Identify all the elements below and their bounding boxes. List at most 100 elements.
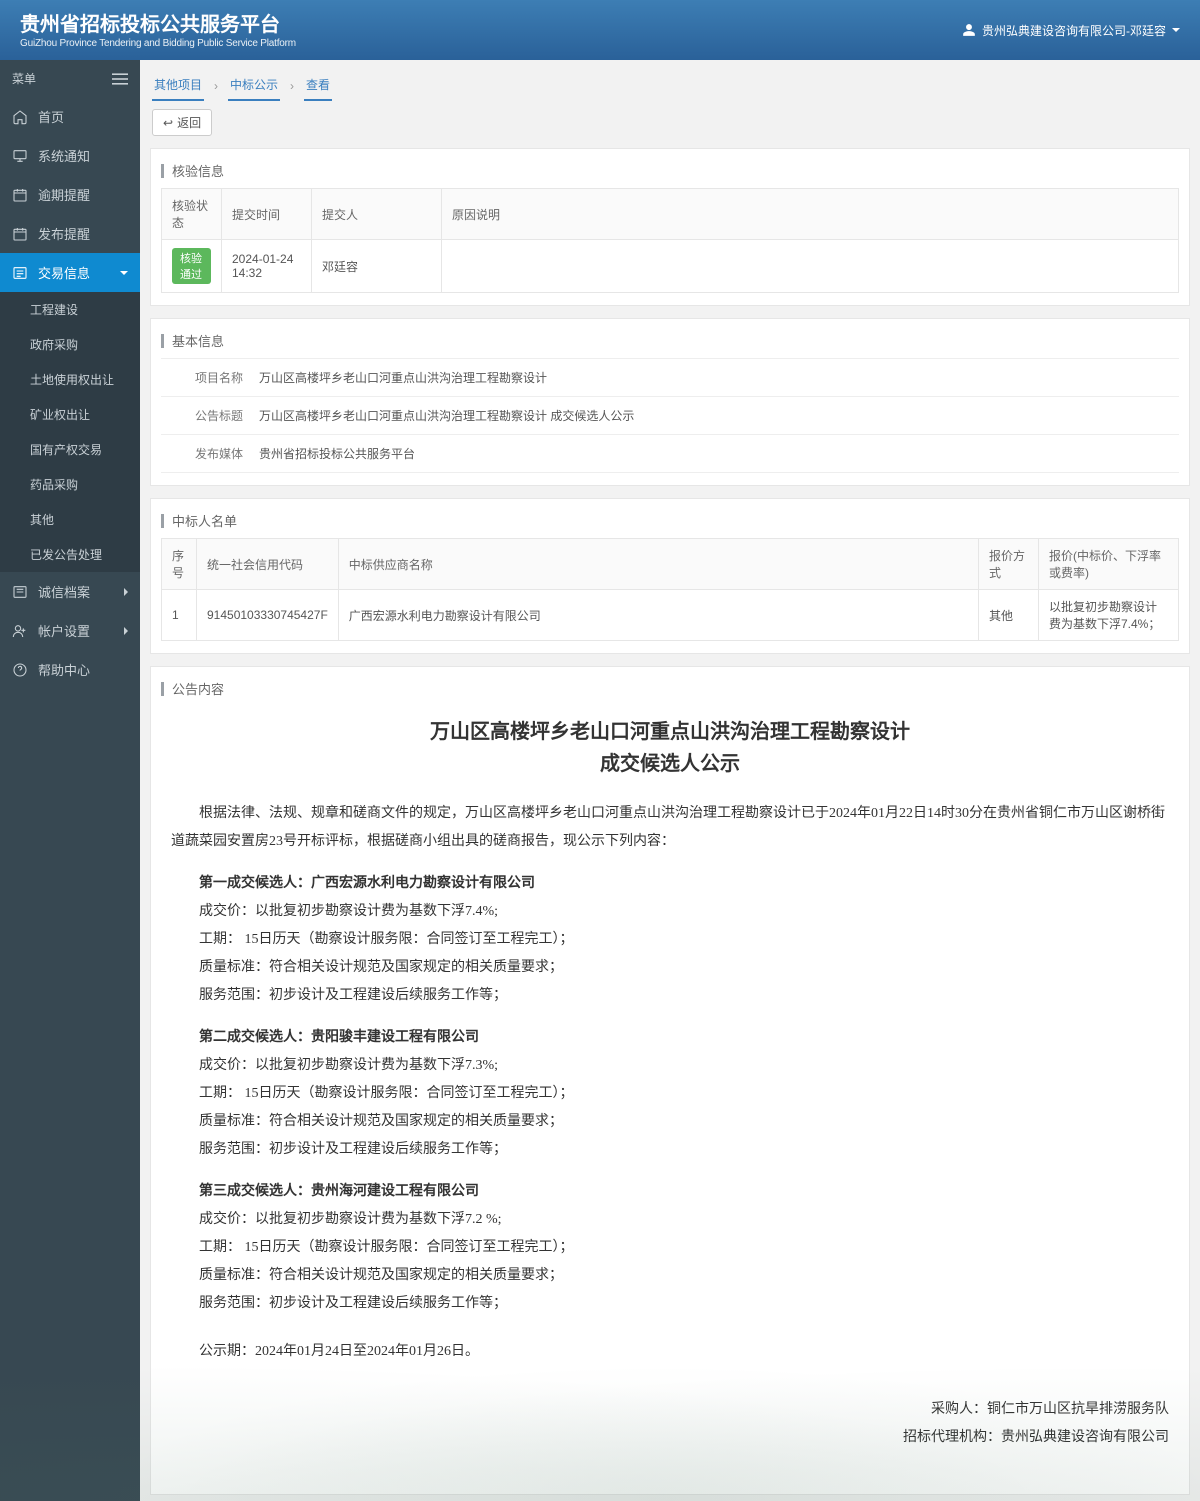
breadcrumb: 其他项目 › 中标公示 › 查看: [140, 60, 1200, 101]
nav-integrity[interactable]: 诚信档案: [0, 572, 140, 611]
value-ann-title: 万山区高楼坪乡老山口河重点山洪沟治理工程勘察设计 成交候选人公示: [251, 397, 1179, 434]
th-idx: 序号: [162, 539, 197, 590]
announcement-main-title: 万山区高楼坪乡老山口河重点山洪沟治理工程勘察设计 成交候选人公示: [171, 716, 1169, 780]
nav-system-notice-label: 系统通知: [38, 146, 90, 165]
nav-system-notice[interactable]: 系统通知: [0, 136, 140, 175]
check-info-title: 核验信息: [161, 157, 1179, 188]
main-content: 其他项目 › 中标公示 › 查看 ↩ 返回 核验信息 核验状态 提交时间 提交人: [140, 60, 1200, 1501]
th-method: 报价方式: [979, 539, 1039, 590]
crumb-winning-bid[interactable]: 中标公示: [228, 70, 280, 101]
sub-land[interactable]: 土地使用权出让: [0, 362, 140, 397]
candidate3-price: 成交价：以批复初步勘察设计费为基数下浮7.2 %;: [171, 1206, 1169, 1234]
candidate1-price: 成交价：以批复初步勘察设计费为基数下浮7.4%;: [171, 898, 1169, 926]
sub-construction[interactable]: 工程建设: [0, 292, 140, 327]
app-title-block: 贵州省招标投标公共服务平台 GuiZhou Province Tendering…: [20, 12, 296, 49]
back-button[interactable]: ↩ 返回: [152, 109, 212, 136]
cell-price: 以批复初步勘察设计费为基数下浮7.4%；: [1039, 590, 1179, 641]
sub-other[interactable]: 其他: [0, 502, 140, 537]
sub-gov-procurement[interactable]: 政府采购: [0, 327, 140, 362]
nav-publish-remind[interactable]: 发布提醒: [0, 214, 140, 253]
list-icon: [12, 265, 28, 281]
candidate2-quality: 质量标准：符合相关设计规范及国家规定的相关质量要求；: [171, 1108, 1169, 1136]
nav-overdue-remind[interactable]: 逾期提醒: [0, 175, 140, 214]
candidate1-heading: 第一成交候选人：广西宏源水利电力勘察设计有限公司: [171, 870, 1169, 898]
candidate3-scope: 服务范围：初步设计及工程建设后续服务工作等；: [171, 1290, 1169, 1318]
nav-trade-info[interactable]: 交易信息: [0, 253, 140, 292]
nav-help-label: 帮助中心: [38, 660, 90, 679]
chevron-right-icon: [124, 588, 128, 596]
table-row: 核验通过 2024-01-24 14:32 邓廷容: [162, 240, 1179, 293]
table-row: 1 91450103330745427F 广西宏源水利电力勘察设计有限公司 其他…: [162, 590, 1179, 641]
ann-period: 公示期：2024年01月24日至2024年01月26日。: [171, 1338, 1169, 1366]
chevron-right-icon: [124, 627, 128, 635]
winners-panel: 中标人名单 序号 统一社会信用代码 中标供应商名称 报价方式 报价(中标价、下浮…: [150, 498, 1190, 654]
menu-toggle-icon[interactable]: [112, 73, 128, 85]
candidate2-heading: 第二成交候选人：贵阳骏丰建设工程有限公司: [171, 1024, 1169, 1052]
candidate1-quality: 质量标准：符合相关设计规范及国家规定的相关质量要求；: [171, 954, 1169, 982]
calendar2-icon: [12, 226, 28, 242]
status-badge: 核验通过: [172, 248, 211, 284]
cell-reason: [442, 240, 1179, 293]
sub-state-assets[interactable]: 国有产权交易: [0, 432, 140, 467]
user-icon: [962, 23, 976, 37]
home-icon: [12, 109, 28, 125]
trade-info-submenu: 工程建设 政府采购 土地使用权出让 矿业权出让 国有产权交易 药品采购 其他 已…: [0, 292, 140, 572]
help-icon: [12, 662, 28, 678]
label-project: 项目名称: [161, 359, 251, 396]
candidate3-duration: 工期： 15日历天（勘察设计服务限：合同签订至工程完工）；: [171, 1234, 1169, 1262]
sidebar: 菜单 首页 系统通知 逾期提醒 发布提醒: [0, 60, 140, 1501]
candidate1-duration: 工期： 15日历天（勘察设计服务限：合同签订至工程完工）；: [171, 926, 1169, 954]
crumb-view[interactable]: 查看: [304, 70, 332, 101]
ann-title-line2: 成交候选人公示: [171, 748, 1169, 780]
check-info-table: 核验状态 提交时间 提交人 原因说明 核验通过 2024-01-24 14:32…: [161, 188, 1179, 293]
announcement-panel: 公告内容 万山区高楼坪乡老山口河重点山洪沟治理工程勘察设计 成交候选人公示 根据…: [150, 666, 1190, 1495]
app-header: 贵州省招标投标公共服务平台 GuiZhou Province Tendering…: [0, 0, 1200, 60]
check-info-panel: 核验信息 核验状态 提交时间 提交人 原因说明 核验通过 2024-01-24 …: [150, 148, 1190, 306]
sub-published[interactable]: 已发公告处理: [0, 537, 140, 572]
th-reason: 原因说明: [442, 189, 1179, 240]
cell-name: 广西宏源水利电力勘察设计有限公司: [338, 590, 978, 641]
ann-intro: 根据法律、法规、规章和磋商文件的规定，万山区高楼坪乡老山口河重点山洪沟治理工程勘…: [171, 800, 1169, 856]
th-credit: 统一社会信用代码: [197, 539, 339, 590]
nav-help[interactable]: 帮助中心: [0, 650, 140, 689]
sub-medicine[interactable]: 药品采购: [0, 467, 140, 502]
value-project: 万山区高楼坪乡老山口河重点山洪沟治理工程勘察设计: [251, 359, 1179, 396]
account-icon: [12, 623, 28, 639]
crumb-sep: ›: [214, 79, 218, 93]
nav-overdue-remind-label: 逾期提醒: [38, 185, 90, 204]
nav-publish-remind-label: 发布提醒: [38, 224, 90, 243]
winners-title: 中标人名单: [161, 507, 1179, 538]
announcement-body: 万山区高楼坪乡老山口河重点山洪沟治理工程勘察设计 成交候选人公示 根据法律、法规…: [161, 706, 1179, 1482]
nav-account-label: 帐户设置: [38, 621, 90, 640]
announcement-title: 公告内容: [161, 675, 1179, 706]
nav-integrity-label: 诚信档案: [38, 582, 90, 601]
crumb-other-projects[interactable]: 其他项目: [152, 70, 204, 101]
user-name: 贵州弘典建设咨询有限公司-邓廷容: [982, 22, 1166, 39]
th-time: 提交时间: [222, 189, 312, 240]
cell-method: 其他: [979, 590, 1039, 641]
user-menu[interactable]: 贵州弘典建设咨询有限公司-邓廷容: [962, 22, 1180, 39]
th-name: 中标供应商名称: [338, 539, 978, 590]
cell-time: 2024-01-24 14:32: [222, 240, 312, 293]
sub-mining[interactable]: 矿业权出让: [0, 397, 140, 432]
ann-agency: 招标代理机构：贵州弘典建设咨询有限公司: [171, 1424, 1169, 1452]
candidate1-scope: 服务范围：初步设计及工程建设后续服务工作等；: [171, 982, 1169, 1010]
monitor-icon: [12, 148, 28, 164]
calendar-icon: [12, 187, 28, 203]
nav-account[interactable]: 帐户设置: [0, 611, 140, 650]
th-person: 提交人: [312, 189, 442, 240]
label-media: 发布媒体: [161, 435, 251, 472]
toolbar: ↩ 返回: [140, 101, 1200, 142]
archive-icon: [12, 584, 28, 600]
candidate2-duration: 工期： 15日历天（勘察设计服务限：合同签订至工程完工）；: [171, 1080, 1169, 1108]
candidate2-scope: 服务范围：初步设计及工程建设后续服务工作等；: [171, 1136, 1169, 1164]
return-icon: ↩: [163, 117, 173, 129]
nav-home[interactable]: 首页: [0, 97, 140, 136]
nav-home-label: 首页: [38, 107, 64, 126]
sidebar-header: 菜单: [0, 60, 140, 97]
caret-down-icon: [1172, 28, 1180, 32]
candidate3-heading: 第三成交候选人：贵州海河建设工程有限公司: [171, 1178, 1169, 1206]
crumb-sep: ›: [290, 79, 294, 93]
candidate2-price: 成交价：以批复初步勘察设计费为基数下浮7.3%;: [171, 1052, 1169, 1080]
sidebar-menu-label: 菜单: [12, 70, 36, 87]
